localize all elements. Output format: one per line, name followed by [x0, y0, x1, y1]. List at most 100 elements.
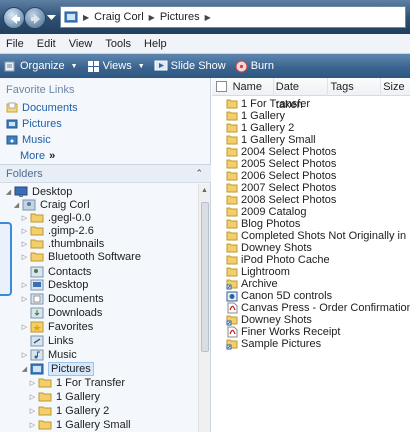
tree-item-bluetooth[interactable]: ▷ Bluetooth Software [20, 249, 141, 264]
list-item[interactable]: Completed Shots Not Originally in LR [226, 230, 410, 242]
menu-help[interactable]: Help [144, 38, 167, 50]
tree-item-1-gallery-2[interactable]: ▷ 1 Gallery 2 [28, 403, 109, 418]
views-button[interactable]: Views ▼ [87, 60, 145, 73]
music-icon [29, 349, 45, 361]
collapse-triangle-icon[interactable]: ◢ [4, 188, 13, 196]
burn-button[interactable]: Burn [235, 60, 274, 73]
tree-item-1-for-transfer[interactable]: ▷ 1 For Transfer [28, 375, 125, 390]
file-name: 1 Gallery Small [241, 134, 316, 146]
tree-item-music[interactable]: ▷ Music [20, 347, 77, 362]
more-links-button[interactable]: More» [20, 150, 55, 162]
expand-triangle-icon[interactable]: ▷ [20, 281, 29, 289]
shortcut-folder-icon [226, 279, 238, 290]
column-name[interactable]: Name [231, 77, 274, 96]
tree-item-favorites[interactable]: ▷ Favorites [20, 319, 93, 334]
tree-item-label: Music [48, 348, 77, 361]
folder-icon [226, 135, 238, 145]
expand-triangle-icon[interactable]: ▷ [28, 407, 37, 415]
shortcut-folder-icon [226, 339, 238, 350]
list-item[interactable]: 1 Gallery [226, 110, 285, 122]
menu-view[interactable]: View [69, 38, 93, 50]
list-item[interactable]: Sample Pictures [226, 338, 321, 350]
expand-triangle-icon[interactable]: ▷ [28, 393, 37, 401]
list-item[interactable]: Canon 5D controls [226, 290, 332, 302]
favorite-link-label: Music [22, 134, 51, 146]
breadcrumb-segment[interactable]: Pictures [160, 11, 200, 23]
scrollbar-thumb[interactable] [201, 202, 209, 352]
list-item[interactable]: 1 Gallery 2 [226, 122, 294, 134]
forward-arrow-icon [31, 14, 40, 24]
list-item[interactable]: 2009 Catalog [226, 206, 306, 218]
favorite-link-documents[interactable]: Documents [6, 102, 78, 114]
expand-triangle-icon[interactable]: ▷ [20, 295, 29, 303]
list-item[interactable]: 2007 Select Photos [226, 182, 336, 194]
list-item[interactable]: Blog Photos [226, 218, 300, 230]
tree-scrollbar[interactable]: ▲ [198, 184, 210, 432]
column-tags[interactable]: Tags [328, 77, 382, 96]
forward-button[interactable] [24, 7, 46, 29]
user-folder-icon [21, 199, 37, 211]
list-item[interactable]: 1 For Transfer [226, 98, 310, 110]
slideshow-button[interactable]: Slide Show [154, 60, 226, 72]
folder-icon [226, 147, 238, 157]
file-name: 1 For Transfer [241, 98, 311, 110]
list-item[interactable]: Finer Works Receipt [226, 326, 340, 338]
recent-pages-dropdown[interactable] [47, 15, 56, 21]
tree-item-1-gallery[interactable]: ▷ 1 Gallery [28, 389, 100, 404]
favorite-link-music[interactable]: Music [6, 134, 51, 146]
expand-triangle-icon[interactable]: ▷ [20, 323, 29, 331]
list-item[interactable]: 2004 Select Photos [226, 146, 336, 158]
list-item[interactable]: Archive [226, 278, 278, 290]
tree-item-links[interactable]: Links [29, 333, 74, 348]
list-item[interactable]: 2008 Select Photos [226, 194, 336, 206]
expand-triangle-icon[interactable]: ▷ [20, 214, 29, 222]
contacts-icon [29, 266, 45, 278]
expand-triangle-icon[interactable]: ▷ [28, 379, 37, 387]
expand-triangle-icon[interactable]: ▷ [20, 253, 29, 261]
breadcrumb[interactable]: ▶ Craig Corl ▶ Pictures ▶ [60, 6, 406, 28]
file-name: Finer Works Receipt [241, 326, 341, 338]
tree-item-documents[interactable]: ▷ Documents [20, 291, 104, 306]
expand-triangle-icon[interactable]: ▷ [28, 421, 37, 429]
expand-triangle-icon[interactable]: ▷ [20, 240, 29, 248]
list-item[interactable]: Canvas Press - Order Confirmation [226, 302, 410, 314]
tree-item-label: .gegl-0.0 [48, 211, 91, 224]
tree-item-label: 1 Gallery [56, 390, 101, 403]
back-button[interactable] [3, 7, 25, 29]
menu-tools[interactable]: Tools [105, 38, 131, 50]
tree-item-label: Pictures [48, 361, 94, 376]
list-item[interactable]: 2005 Select Photos [226, 158, 336, 170]
list-item[interactable]: Lightroom [226, 266, 290, 278]
tree-item-label: .thumbnails [48, 237, 105, 250]
scroll-up-icon[interactable]: ▲ [201, 187, 208, 194]
select-all-checkbox[interactable] [216, 81, 227, 92]
menu-file[interactable]: File [6, 38, 24, 50]
tree-item-downloads[interactable]: Downloads [29, 305, 102, 320]
folders-header[interactable]: Folders ⌃ [0, 165, 211, 183]
tree-item-desktop-folder[interactable]: ▷ Desktop [20, 277, 89, 292]
expand-triangle-icon[interactable]: ▷ [20, 227, 29, 235]
column-date-taken[interactable]: Date taken [274, 77, 329, 111]
tree-item-1-gallery-small[interactable]: ▷ 1 Gallery Small [28, 417, 131, 432]
folder-icon [226, 195, 238, 205]
list-item[interactable]: Downey Shots [226, 314, 312, 326]
collapse-triangle-icon[interactable]: ◢ [12, 201, 21, 209]
breadcrumb-segment[interactable]: Craig Corl [94, 11, 144, 23]
expand-triangle-icon[interactable]: ▷ [20, 351, 29, 359]
list-item[interactable]: 1 Gallery Small [226, 134, 316, 146]
menu-edit[interactable]: Edit [37, 38, 56, 50]
file-name: Downey Shots [241, 242, 312, 254]
collapse-triangle-icon[interactable]: ◢ [20, 365, 29, 373]
list-item[interactable]: iPod Photo Cache [226, 254, 330, 266]
file-name: 2009 Catalog [241, 206, 307, 218]
folder-icon [37, 419, 53, 430]
column-size[interactable]: Size [381, 78, 410, 96]
organize-button[interactable]: Organize ▼ [4, 60, 78, 73]
burn-label: Burn [250, 60, 274, 72]
list-item[interactable]: 2006 Select Photos [226, 170, 336, 182]
folder-icon [29, 225, 45, 236]
tree-item-pictures[interactable]: ◢ Pictures [20, 361, 94, 376]
file-name: Blog Photos [241, 218, 301, 230]
list-item[interactable]: Downey Shots [226, 242, 312, 254]
favorite-link-pictures[interactable]: Pictures [6, 118, 62, 130]
